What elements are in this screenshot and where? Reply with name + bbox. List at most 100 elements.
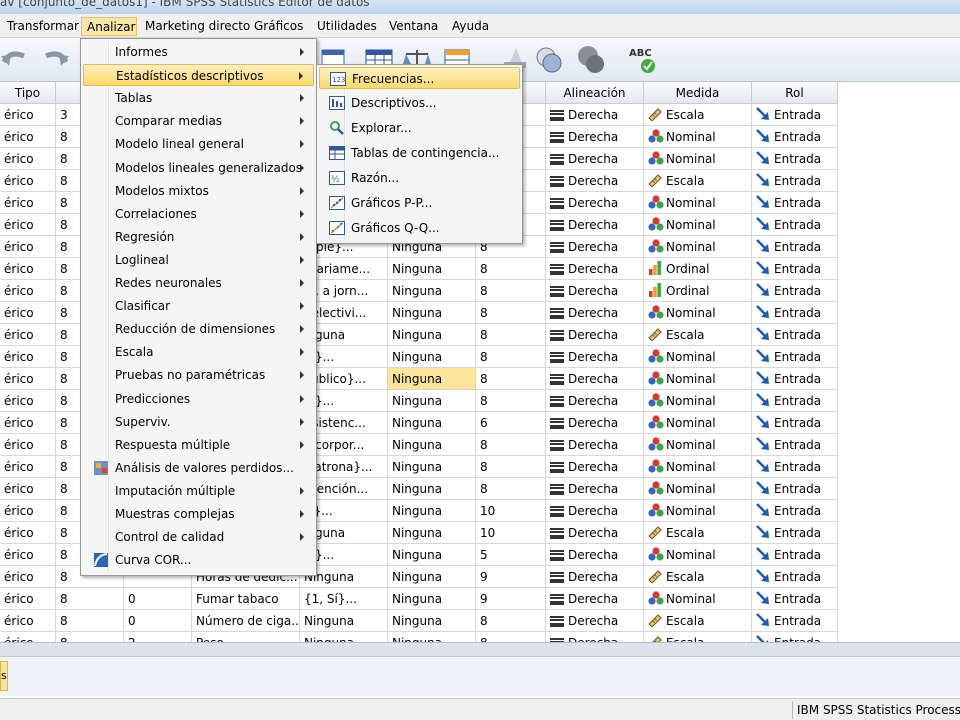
table-cell[interactable]: érico — [0, 236, 56, 258]
table-cell[interactable]: érico — [0, 148, 56, 170]
table-cell[interactable]: érico — [0, 522, 56, 544]
table-cell[interactable]: Derecha — [546, 522, 644, 544]
table-cell[interactable]: Nominal — [644, 148, 752, 170]
table-row[interactable]: érico 8 0 Número de ciga... Ninguna Ninguna 8 D… — [0, 610, 838, 632]
table-cell[interactable]: Derecha — [546, 192, 644, 214]
table-cell[interactable]: Nominal — [644, 544, 752, 566]
table-cell[interactable]: 0 — [124, 588, 192, 610]
column-header[interactable]: Rol — [752, 82, 838, 104]
table-cell[interactable]: 5 — [476, 544, 546, 566]
table-cell[interactable]: Nominal — [644, 478, 752, 500]
table-cell[interactable]: Ninguna — [388, 390, 476, 412]
menu-item-comparar-medias[interactable]: Comparar medias — [83, 110, 314, 132]
table-cell[interactable]: Derecha — [546, 368, 644, 390]
table-cell[interactable]: Nominal — [644, 588, 752, 610]
table-cell[interactable]: Derecha — [546, 126, 644, 148]
table-cell[interactable]: Ninguna — [388, 588, 476, 610]
table-cell[interactable]: érico — [0, 610, 56, 632]
table-cell[interactable]: érico — [0, 500, 56, 522]
value-labels-icon[interactable] — [534, 44, 564, 74]
table-cell[interactable]: Entrada — [752, 236, 838, 258]
table-cell[interactable]: Entrada — [752, 368, 838, 390]
table-cell[interactable]: Ninguna — [388, 456, 476, 478]
table-cell[interactable]: Entrada — [752, 214, 838, 236]
menu-item-modelos-lineales-generalizados[interactable]: Modelos lineales generalizados — [83, 157, 314, 179]
table-cell[interactable]: Nominal — [644, 236, 752, 258]
table-cell[interactable]: Derecha — [546, 148, 644, 170]
menu-item-modelo-lineal-general[interactable]: Modelo lineal general — [83, 133, 314, 155]
table-cell[interactable]: érico — [0, 412, 56, 434]
menu-utilidades[interactable]: Utilidades — [312, 17, 378, 36]
table-cell[interactable]: érico — [0, 390, 56, 412]
menu-item-descriptivos[interactable]: Descriptivos... — [319, 92, 520, 114]
table-cell[interactable]: Ninguna — [388, 324, 476, 346]
menu-item-tablas-de-contingencia[interactable]: Tablas de contingencia... — [319, 142, 520, 164]
table-cell[interactable]: Entrada — [752, 280, 838, 302]
table-cell[interactable]: Nominal — [644, 214, 752, 236]
table-cell[interactable]: Entrada — [752, 324, 838, 346]
table-cell[interactable]: Ninguna — [388, 544, 476, 566]
table-cell[interactable]: 8 — [476, 390, 546, 412]
table-cell[interactable]: Nominal — [644, 192, 752, 214]
table-cell[interactable]: Entrada — [752, 126, 838, 148]
menu-item-correlaciones[interactable]: Correlaciones — [83, 203, 314, 225]
table-cell[interactable]: 8 — [476, 434, 546, 456]
table-cell[interactable]: Ordinal — [644, 258, 752, 280]
column-header[interactable]: Tipo — [0, 82, 56, 104]
table-cell[interactable]: Entrada — [752, 478, 838, 500]
column-header[interactable]: Alineación — [546, 82, 644, 104]
table-cell[interactable]: Ninguna — [388, 522, 476, 544]
table-cell[interactable]: Derecha — [546, 632, 644, 642]
menu-ayuda[interactable]: Ayuda — [447, 17, 493, 36]
table-cell[interactable]: 8 — [476, 368, 546, 390]
table-row[interactable]: érico 8 0 Fumar tabaco {1, Sí}... Ninguna 9 Der… — [0, 588, 838, 610]
table-cell[interactable]: Entrada — [752, 192, 838, 214]
table-cell[interactable]: érico — [0, 368, 56, 390]
table-cell[interactable]: Nominal — [644, 412, 752, 434]
table-cell[interactable]: Escala — [644, 324, 752, 346]
table-cell[interactable]: érico — [0, 478, 56, 500]
menu-item-superviv[interactable]: Superviv. — [83, 411, 314, 433]
table-cell[interactable]: Derecha — [546, 566, 644, 588]
menu-item-clasificar[interactable]: Clasificar — [83, 295, 314, 317]
table-cell[interactable]: érico — [0, 632, 56, 642]
table-cell[interactable]: Derecha — [546, 324, 644, 346]
menu-gráficos[interactable]: Gráficos — [249, 17, 307, 36]
table-cell[interactable]: 9 — [476, 566, 546, 588]
table-cell[interactable]: Número de ciga... — [192, 610, 300, 632]
table-cell[interactable]: Escala — [644, 104, 752, 126]
redo-icon[interactable] — [40, 44, 70, 74]
table-cell[interactable]: Peso — [192, 632, 300, 642]
table-cell[interactable]: Ninguna — [388, 632, 476, 642]
table-cell[interactable]: 8 — [476, 258, 546, 280]
table-cell[interactable]: Ninguna — [388, 412, 476, 434]
table-cell[interactable]: Entrada — [752, 148, 838, 170]
menu-item-informes[interactable]: Informes — [83, 41, 314, 63]
menu-item-modelos-mixtos[interactable]: Modelos mixtos — [83, 180, 314, 202]
table-cell[interactable]: Escala — [644, 632, 752, 642]
menu-item-muestras-complejas[interactable]: Muestras complejas — [83, 503, 314, 525]
table-cell[interactable]: érico — [0, 280, 56, 302]
table-cell[interactable]: Entrada — [752, 632, 838, 642]
table-cell[interactable]: 10 — [476, 522, 546, 544]
table-cell[interactable]: Ninguna — [300, 632, 388, 642]
table-cell[interactable]: Entrada — [752, 170, 838, 192]
table-cell[interactable]: Ninguna — [388, 280, 476, 302]
table-cell[interactable]: Nominal — [644, 302, 752, 324]
table-cell[interactable]: Ninguna — [388, 346, 476, 368]
menu-item-escala[interactable]: Escala — [83, 341, 314, 363]
table-cell[interactable]: Derecha — [546, 214, 644, 236]
spell-check-icon[interactable]: ABC — [626, 44, 656, 74]
table-cell[interactable]: 8 — [476, 456, 546, 478]
table-cell[interactable]: érico — [0, 566, 56, 588]
table-cell[interactable]: Derecha — [546, 170, 644, 192]
table-cell[interactable]: Entrada — [752, 544, 838, 566]
table-cell[interactable]: 0 — [124, 610, 192, 632]
table-cell[interactable]: érico — [0, 324, 56, 346]
table-cell[interactable]: Nominal — [644, 126, 752, 148]
menu-item-tablas[interactable]: Tablas — [83, 87, 314, 109]
table-cell[interactable]: Ninguna — [388, 478, 476, 500]
menu-ventana[interactable]: Ventana — [384, 17, 442, 36]
table-cell[interactable]: 8 — [476, 302, 546, 324]
table-row[interactable]: érico82PesoNingunaNinguna8DerechaEscalaE… — [0, 632, 838, 642]
